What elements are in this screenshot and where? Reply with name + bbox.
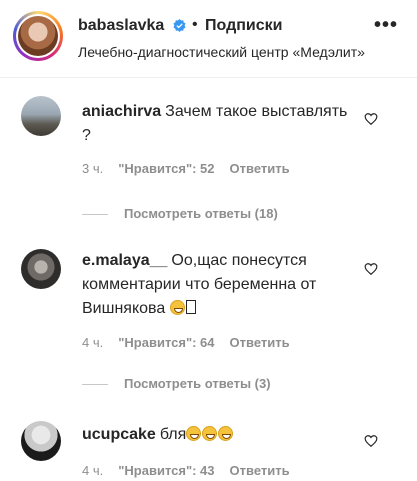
comment-likes[interactable]: "Нравится": 43: [118, 463, 214, 478]
verified-badge-icon: [173, 19, 186, 32]
commenter-username[interactable]: e.malaya__: [82, 252, 167, 269]
commenter-avatar[interactable]: [21, 96, 61, 136]
comment-text-block: aniachirva Зачем такое выставлять ?: [82, 100, 352, 148]
comment-text-block: ucupcake бля: [82, 423, 352, 447]
like-heart-icon[interactable]: [364, 262, 378, 276]
post-location[interactable]: Лечебно-диагностический центр «Медэлит»: [78, 44, 365, 60]
commenter-avatar[interactable]: [21, 249, 61, 289]
comment-time: 4 ч.: [82, 463, 104, 478]
post-header: babaslavka • Подписки ••• Лечебно-диагно…: [0, 0, 417, 78]
view-replies-label: Посмотреть ответы (3): [124, 376, 271, 391]
separator-dot: •: [192, 16, 198, 33]
like-heart-icon[interactable]: [364, 434, 378, 448]
author-username[interactable]: babaslavka: [78, 17, 164, 35]
view-replies-label: Посмотреть ответы (18): [124, 206, 278, 221]
more-options-icon[interactable]: •••: [374, 14, 398, 37]
comment-likes[interactable]: "Нравится": 52: [118, 161, 214, 176]
grinning-sweat-emoji-icon: [169, 300, 185, 315]
replies-divider: [82, 384, 108, 386]
grinning-sweat-emoji-icon: [218, 426, 234, 441]
view-replies-button[interactable]: Посмотреть ответы (3): [82, 376, 271, 391]
comment-text-block: e.malaya__ Оо,щас понесутся комментарии ч…: [82, 249, 352, 321]
comment-likes[interactable]: "Нравится": 64: [118, 335, 214, 350]
grinning-sweat-emoji-icon: [186, 426, 202, 441]
reply-button[interactable]: Ответить: [230, 161, 290, 176]
commenter-username[interactable]: aniachirva: [82, 103, 161, 120]
comment-meta: 3 ч. "Нравится": 52 Ответить: [82, 161, 305, 176]
missing-glyph-icon: [185, 300, 196, 314]
comment-body: бля: [159, 426, 187, 443]
commenter-username[interactable]: ucupcake: [82, 426, 156, 443]
reply-button[interactable]: Ответить: [230, 335, 290, 350]
like-heart-icon[interactable]: [364, 112, 378, 126]
view-replies-button[interactable]: Посмотреть ответы (18): [82, 206, 278, 221]
comment-time: 4 ч.: [82, 335, 104, 350]
commenter-avatar[interactable]: [21, 421, 61, 461]
comment-meta: 4 ч. "Нравится": 43 Ответить: [82, 463, 305, 478]
following-button[interactable]: Подписки: [205, 17, 282, 35]
comment-meta: 4 ч. "Нравится": 64 Ответить: [82, 335, 305, 350]
grinning-sweat-emoji-icon: [202, 426, 218, 441]
replies-divider: [82, 214, 108, 216]
author-avatar[interactable]: [13, 11, 63, 61]
reply-button[interactable]: Ответить: [230, 463, 290, 478]
comment-time: 3 ч.: [82, 161, 104, 176]
